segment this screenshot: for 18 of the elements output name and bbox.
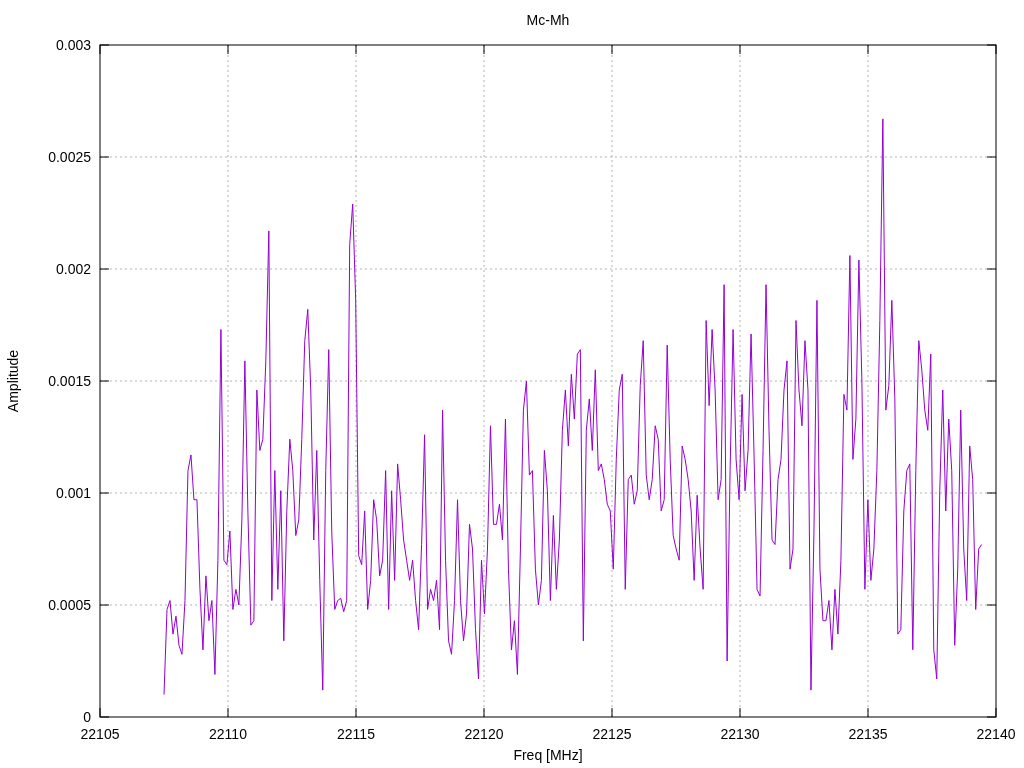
y-axis-label: Amplitude: [5, 349, 21, 413]
y-tick-label: 0: [83, 709, 91, 725]
y-tick-label: 0.0015: [48, 373, 91, 389]
x-tick-label: 22125: [592, 726, 632, 742]
x-tick-label: 22120: [464, 726, 504, 742]
x-tick-label: 22110: [209, 726, 247, 742]
x-axis-label: Freq [MHz]: [513, 747, 583, 763]
y-tick-label: 0.0025: [48, 149, 91, 165]
x-tick-label: 22140: [976, 726, 1016, 742]
x-tick-label: 22115: [337, 726, 375, 742]
y-tick-label: 0.0005: [48, 597, 91, 613]
y-tick-label: 0.002: [55, 261, 91, 277]
y-tick-label: 0.001: [55, 485, 91, 501]
x-tick-label: 22130: [720, 726, 760, 742]
y-tick-label: 0.003: [55, 37, 91, 53]
x-tick-label: 22135: [848, 726, 888, 742]
x-tick-label: 22105: [80, 726, 120, 742]
chart-title: Mc-Mh: [526, 12, 570, 28]
